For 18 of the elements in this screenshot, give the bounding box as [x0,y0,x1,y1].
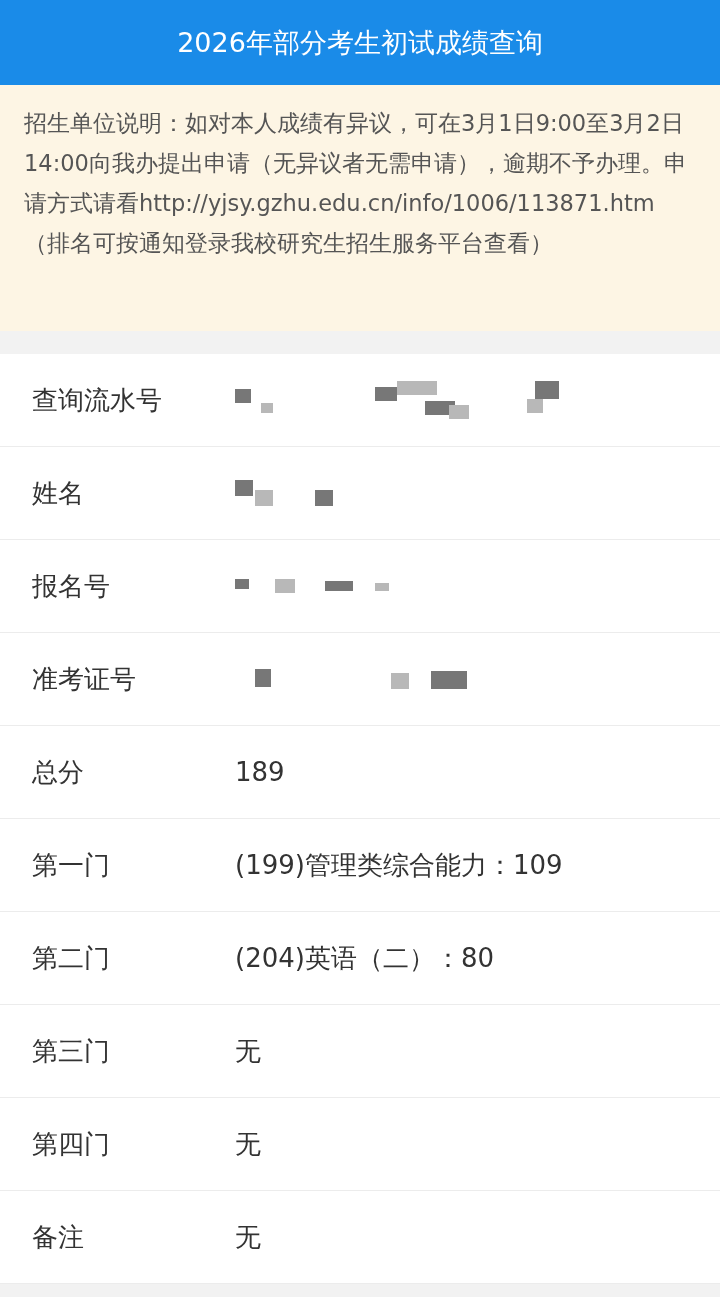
field-label: 姓名 [31,476,85,510]
field-label: 准考证号 [31,662,137,696]
field-label: 第一门 [31,848,111,882]
page-title: 2026年部分考生初试成绩查询 [177,25,543,60]
field-label: 第四门 [31,1127,111,1161]
field-value: 无 [235,1127,261,1161]
field-value: (199)管理类综合能力：109 [235,848,563,882]
field-label: 备注 [31,1220,85,1254]
field-label: 总分 [31,755,85,789]
field-label: 第二门 [31,941,111,975]
field-label: 查询流水号 [31,383,163,417]
field-value: 无 [235,1220,261,1254]
notice-text: 招生单位说明：如对本人成绩有异议，可在3月1日9:00至3月2日14:00向我办提出申请（无异议者无需申请），逾期不予办理。申请方式请看http://yjsy.gzhu.edu.cn/info/1006/113871.htm（排名可按通知登录我校研究生招生服务平台查看） [24,109,688,258]
field-value: 189 [235,757,285,787]
field-label: 报名号 [31,569,111,603]
field-label: 第三门 [31,1034,111,1068]
field-value: 无 [235,1034,261,1068]
field-value: (204)英语（二）：80 [235,941,494,975]
